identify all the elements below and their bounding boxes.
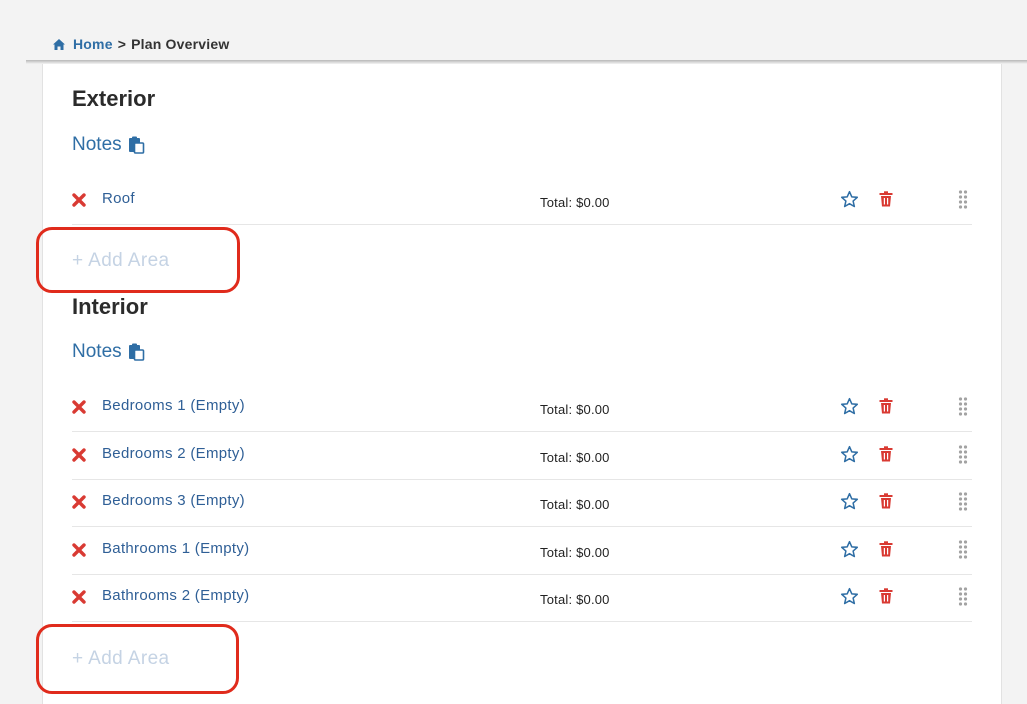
area-name[interactable]: Bathrooms 2 (Empty) — [102, 587, 249, 604]
close-icon[interactable] — [72, 590, 86, 604]
area-row-roof: Roof Total: $0.00 — [72, 178, 972, 225]
breadcrumb-separator: > — [117, 36, 127, 52]
breadcrumb-home-link[interactable]: Home — [73, 36, 113, 52]
star-icon[interactable] — [840, 492, 859, 511]
area-name[interactable]: Bedrooms 1 (Empty) — [102, 397, 245, 414]
section-title-interior: Interior — [72, 294, 148, 319]
close-icon[interactable] — [72, 193, 86, 207]
close-icon[interactable] — [72, 495, 86, 509]
clipboard-icon — [128, 136, 144, 154]
trash-icon[interactable] — [879, 445, 893, 462]
close-icon[interactable] — [72, 400, 86, 414]
area-row: Bathrooms 2 (Empty) Total: $0.00 — [72, 575, 972, 622]
home-icon — [53, 38, 65, 50]
area-name[interactable]: Bedrooms 2 (Empty) — [102, 445, 245, 462]
area-total: Total: $0.00 — [540, 449, 610, 465]
section-title-exterior: Exterior — [72, 86, 156, 111]
area-total: Total: $0.00 — [540, 592, 610, 607]
drag-handle-icon[interactable] — [958, 189, 968, 209]
highlight-box — [36, 227, 240, 293]
close-icon[interactable] — [72, 542, 86, 557]
star-icon[interactable] — [840, 587, 859, 606]
area-total: Total: $0.00 — [540, 544, 610, 560]
breadcrumb-bar: Home > Plan Overview — [0, 0, 1027, 62]
area-name[interactable]: Roof — [102, 190, 135, 207]
notes-link-interior[interactable]: Notes — [72, 341, 145, 363]
area-total: Total: $0.00 — [540, 402, 610, 417]
breadcrumb: Home > Plan Overview — [52, 36, 229, 52]
breadcrumb-current: Plan Overview — [131, 36, 230, 52]
area-total: Total: $0.00 — [540, 195, 610, 210]
drag-handle-icon[interactable] — [958, 444, 968, 464]
area-row: Bedrooms 2 (Empty) Total: $0.00 — [72, 433, 972, 480]
area-name[interactable]: Bathrooms 1 (Empty) — [102, 540, 249, 557]
trash-icon[interactable] — [879, 588, 893, 604]
drag-handle-icon[interactable] — [958, 396, 968, 416]
trash-icon[interactable] — [879, 191, 893, 207]
drag-handle-icon[interactable] — [958, 539, 968, 559]
area-row: Bedrooms 1 (Empty) Total: $0.00 — [72, 385, 972, 432]
notes-label: Notes — [72, 341, 122, 362]
area-row: Bathrooms 1 (Empty) Total: $0.00 — [72, 528, 972, 575]
close-icon[interactable] — [72, 447, 86, 462]
notes-link-exterior[interactable]: Notes — [72, 134, 145, 156]
highlight-box — [36, 624, 239, 694]
star-icon[interactable] — [840, 540, 859, 559]
star-icon[interactable] — [840, 190, 859, 209]
area-row: Bedrooms 3 (Empty) Total: $0.00 — [72, 480, 972, 527]
star-icon[interactable] — [840, 397, 859, 416]
area-total: Total: $0.00 — [540, 497, 610, 512]
trash-icon[interactable] — [879, 540, 893, 557]
drag-handle-icon[interactable] — [958, 491, 968, 511]
area-name[interactable]: Bedrooms 3 (Empty) — [102, 492, 245, 509]
star-icon[interactable] — [840, 445, 859, 464]
notes-label: Notes — [72, 134, 122, 155]
trash-icon[interactable] — [879, 398, 893, 414]
clipboard-icon — [128, 343, 144, 361]
drag-handle-icon[interactable] — [958, 586, 968, 606]
trash-icon[interactable] — [879, 493, 893, 509]
plan-panel: Exterior Notes Roof Total: $0.00 + Add A… — [36, 64, 1002, 704]
